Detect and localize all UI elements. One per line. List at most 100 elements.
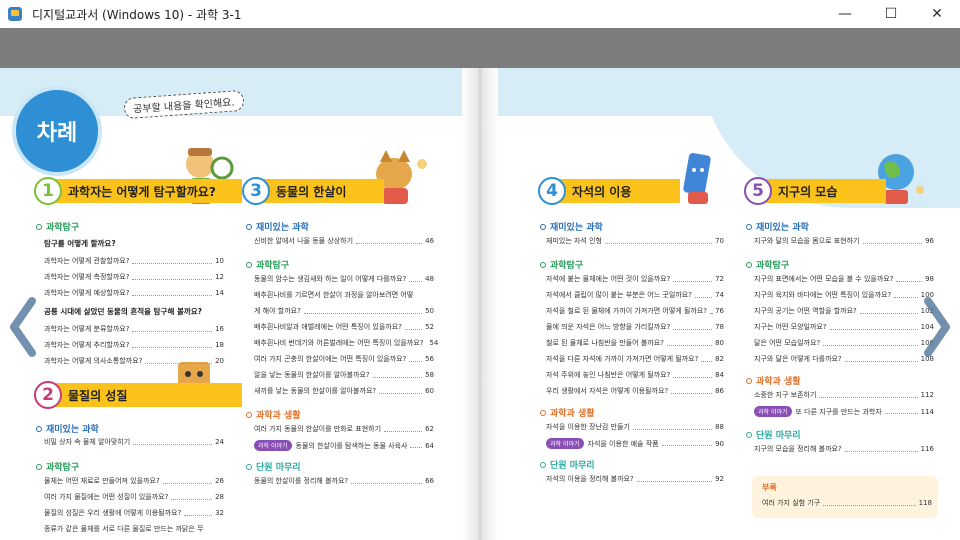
chevron-right-icon: [924, 297, 950, 357]
chevron-left-icon: [10, 297, 36, 357]
toc-entry[interactable]: 과학자는 어떻게 분류할까요? 16: [44, 324, 224, 334]
window-titlebar: 디지털교과서 (Windows 10) - 과학 3-1 — ☐ ✕: [0, 0, 960, 28]
toc-entry[interactable]: 자석에 붙는 물체에는 어떤 것이 있을까요? 72: [546, 274, 724, 284]
toc-entry[interactable]: 배추흰나비 번데기와 어른벌레에는 어떤 특징이 있을까요? 54: [254, 338, 438, 348]
toc-entry[interactable]: 자석을 철로 된 물체에 가까이 가져가면 어떻게 될까요? 76: [546, 306, 724, 316]
chapter-2-title: 물질의 성질: [56, 383, 242, 407]
toc-entry[interactable]: 여러 가지 동물의 한살이를 만화로 표현하기 62: [254, 424, 434, 434]
toc-entry[interactable]: 게 해야 할까요? 50: [254, 306, 434, 316]
toc-entry[interactable]: 지구의 공기는 어떤 역할을 할까요? 102: [754, 306, 934, 316]
toc-entry[interactable]: 재미있는 자석 인형 70: [546, 236, 724, 246]
book-spread: 차례 공부할 내용을 확인해요. 1 과학자는 어떻게 탐구할까요? 과학탐구 …: [0, 68, 960, 540]
book-gutter: [462, 68, 498, 540]
chapter-5-header[interactable]: 5 지구의 모습: [744, 177, 886, 205]
prev-page-button[interactable]: [6, 292, 40, 362]
section-unit-review: 단원 마무리: [246, 460, 301, 473]
section-science-life: 과학과 생활: [540, 406, 595, 419]
chapter-3-header[interactable]: 3 동물의 한살이: [242, 177, 384, 205]
chapter-1-number: 1: [34, 177, 62, 205]
toc-entry[interactable]: 신비한 알에서 나올 동물 상상하기 46: [254, 236, 434, 246]
section-science-life: 과학과 생활: [246, 408, 301, 421]
magnet-character-icon: [683, 153, 711, 204]
toc-entry[interactable]: 종류가 같은 물체를 서로 다른 물질로 만드는 까닭은 무: [44, 524, 224, 534]
toc-entry[interactable]: 여러 가지 곤충의 한살이에는 어떤 특징이 있을까요? 56: [254, 354, 434, 364]
toc-entry[interactable]: 과학자는 어떻게 측정할까요? 12: [44, 272, 224, 282]
toc-entry[interactable]: 물질의 성질은 우리 생활에 어떻게 이용될까요? 32: [44, 508, 224, 518]
section-unit-review: 단원 마무리: [540, 458, 595, 471]
toc-entry[interactable]: 물에 띄운 자석은 어느 방향을 가리킬까요? 78: [546, 322, 724, 332]
chapter-2-number: 2: [34, 381, 62, 409]
toc-entry[interactable]: 우리 생활에서 자석은 어떻게 이용될까요? 86: [546, 386, 724, 396]
toc-entry[interactable]: 달은 어떤 모습일까요? 106: [754, 338, 934, 348]
app-icon: [8, 7, 22, 21]
toc-entry[interactable]: 동물의 암수는 생김새와 하는 일이 어떻게 다를까요? 48: [254, 274, 434, 284]
toc-entry[interactable]: 배추흰나비알과 애벌레에는 어떤 특징이 있을까요? 52: [254, 322, 434, 332]
section-fun-science: 재미있는 과학: [246, 220, 309, 233]
chapter-4-header[interactable]: 4 자석의 이용: [538, 177, 680, 205]
next-page-button[interactable]: [920, 292, 954, 362]
toc-entry[interactable]: 지구의 표면에서는 어떤 모습을 볼 수 있을까요? 98: [754, 274, 934, 284]
toc-badge: 차례: [12, 86, 102, 176]
chapter-3-number: 3: [242, 177, 270, 205]
science-story-tag: 과학 이야기: [754, 406, 792, 417]
chapter-5-number: 5: [744, 177, 772, 205]
section-fun-science: 재미있는 과학: [540, 220, 603, 233]
toc-entry[interactable]: 비밀 상자 속 물체 알아맞히기 24: [44, 437, 224, 447]
science-story-tag: 과학 이야기: [546, 438, 584, 449]
viewer-toolbar: [0, 28, 960, 68]
toc-entry[interactable]: 소중한 지구 보존하기 112: [754, 390, 934, 400]
toc-entry[interactable]: 새끼를 낳는 동물의 한살이를 알아볼까요? 60: [254, 386, 434, 396]
subheading: 탐구를 어떻게 할까요?: [44, 239, 116, 248]
chapter-3-title: 동물의 한살이: [264, 179, 384, 203]
section-fun-science: 재미있는 과학: [746, 220, 809, 233]
toc-entry[interactable]: 과학 이야기 또 다른 지구를 만드는 과학자 114: [754, 406, 934, 417]
appendix-title: 부록: [762, 483, 777, 492]
chapter-5-title: 지구의 모습: [766, 179, 886, 203]
subheading: 공룡 시대에 살았던 동물의 흔적을 탐구해 볼까요?: [44, 307, 203, 316]
toc-entry[interactable]: 자석에서 클립이 많이 붙는 부분은 어느 곳일까요? 74: [546, 290, 724, 300]
toc-entry[interactable]: 지구와 달은 어떻게 다를까요? 108: [754, 354, 934, 364]
toc-entry[interactable]: 지구는 어떤 모양일까요? 104: [754, 322, 934, 332]
chapter-4-title: 자석의 이용: [560, 179, 680, 203]
toc-entry[interactable]: 과학자는 어떻게 관찰할까요? 10: [44, 256, 224, 266]
maximize-button[interactable]: ☐: [868, 0, 914, 28]
toc-entry[interactable]: 배추흰나비를 기르면서 한살이 과정을 알아보려면 어떻: [254, 290, 434, 300]
toc-entry[interactable]: 여러 가지 실험 기구 118: [762, 498, 932, 508]
section-science-inquiry: 과학탐구: [540, 258, 583, 271]
chapter-1-header[interactable]: 1 과학자는 어떻게 탐구할까요?: [34, 177, 242, 205]
toc-entry[interactable]: 자석 주위에 놓인 나침반은 어떻게 될까요? 84: [546, 370, 724, 380]
toc-entry[interactable]: 과학 이야기 동물의 한살이를 탐색하는 동물 사육사 64: [254, 440, 434, 451]
toc-entry[interactable]: 과학 이야기 자석을 이용한 예술 작품 90: [546, 438, 724, 449]
toc-entry[interactable]: 자석을 이용한 장난감 만들기 88: [546, 422, 724, 432]
section-science-inquiry: 과학탐구: [36, 220, 79, 233]
section-science-inquiry: 과학탐구: [246, 258, 289, 271]
toc-entry[interactable]: 알을 낳는 동물의 한살이를 알아볼까요? 58: [254, 370, 434, 380]
toc-entry[interactable]: 과학자는 어떻게 예상할까요? 14: [44, 288, 224, 298]
chapter-2-header[interactable]: 2 물질의 성질: [34, 381, 242, 409]
appendix-box[interactable]: 부록 여러 가지 실험 기구 118: [752, 476, 938, 518]
toc-entry[interactable]: 철로 된 물체로 나침반을 만들어 볼까요? 80: [546, 338, 724, 348]
toc-entry[interactable]: 여러 가지 물질에는 어떤 성질이 있을까요? 28: [44, 492, 224, 502]
section-science-inquiry: 과학탐구: [36, 460, 79, 473]
window-title: 디지털교과서 (Windows 10) - 과학 3-1: [32, 7, 242, 22]
right-page: 4 자석의 이용 재미있는 과학 재미있는 자석 인형 70 과학탐구 자석에 붙…: [480, 68, 960, 540]
chapter-4-number: 4: [538, 177, 566, 205]
toc-entry[interactable]: 지구와 달의 모습을 몸으로 표현하기 96: [754, 236, 934, 246]
toc-entry[interactable]: 과학자는 어떻게 추리할까요? 18: [44, 340, 224, 350]
minimize-button[interactable]: —: [822, 0, 868, 28]
close-button[interactable]: ✕: [914, 0, 960, 28]
toc-entry[interactable]: 자석을 다른 자석에 가까이 가져가면 어떻게 될까요? 82: [546, 354, 724, 364]
section-science-life: 과학과 생활: [746, 374, 801, 387]
toc-entry[interactable]: 지구의 육지와 바다에는 어떤 특징이 있을까요? 100: [754, 290, 934, 300]
toc-entry[interactable]: 과학자는 어떻게 의사소통할까요? 20: [44, 356, 224, 366]
toc-entry[interactable]: 지구의 모습을 정리해 볼까요? 116: [754, 444, 934, 454]
chapter-1-title: 과학자는 어떻게 탐구할까요?: [56, 179, 242, 203]
toc-entry[interactable]: 자석의 이용을 정리해 볼까요? 92: [546, 474, 724, 484]
section-fun-science: 재미있는 과학: [36, 422, 99, 435]
science-story-tag: 과학 이야기: [254, 440, 292, 451]
section-unit-review: 단원 마무리: [746, 428, 801, 441]
toc-entry[interactable]: 물체는 어떤 재료로 만들어져 있을까요? 26: [44, 476, 224, 486]
left-page: 차례 공부할 내용을 확인해요. 1 과학자는 어떻게 탐구할까요? 과학탐구 …: [0, 68, 480, 540]
toc-entry[interactable]: 동물의 한살이를 정리해 볼까요? 66: [254, 476, 434, 486]
section-science-inquiry: 과학탐구: [746, 258, 789, 271]
